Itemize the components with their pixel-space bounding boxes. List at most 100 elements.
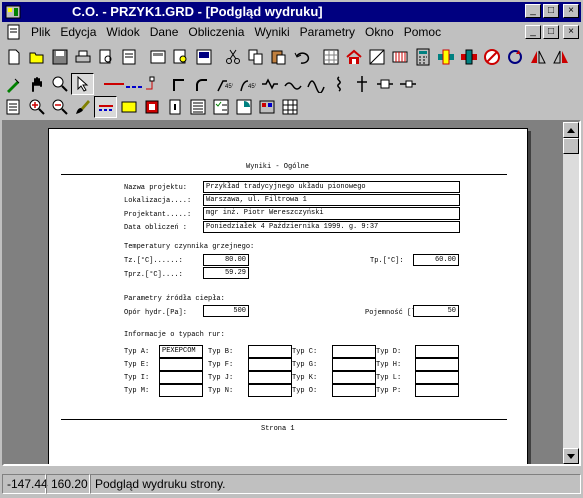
no-entry-button[interactable] xyxy=(480,46,503,68)
valve-alt-button[interactable] xyxy=(457,46,480,68)
status-x-coordinate: -147.44 xyxy=(2,474,48,494)
scroll-thumb[interactable] xyxy=(563,138,579,154)
paste-icon xyxy=(271,50,285,65)
print-button[interactable] xyxy=(71,46,94,68)
mirror-button[interactable] xyxy=(526,46,549,68)
pan-tool-button[interactable] xyxy=(25,73,48,95)
tab-pipes[interactable] xyxy=(94,96,117,118)
new-file-button[interactable] xyxy=(2,46,25,68)
undo-button[interactable] xyxy=(290,46,313,68)
select-tool-button[interactable] xyxy=(71,73,94,95)
print-preview-button[interactable] xyxy=(94,46,117,68)
minimize-button[interactable]: _ xyxy=(525,4,541,18)
bend-icon xyxy=(195,79,207,91)
connector-arrow-button[interactable] xyxy=(396,73,419,95)
connector-button[interactable] xyxy=(373,73,396,95)
hydraulic-resistance-value: 500 xyxy=(203,305,249,317)
rotate-button[interactable] xyxy=(503,46,526,68)
catalog-button[interactable] xyxy=(146,46,169,68)
radiator-tab-icon xyxy=(121,101,136,113)
paint-button[interactable] xyxy=(71,96,94,118)
tab-nodes[interactable] xyxy=(140,96,163,118)
scroll-down-button[interactable] xyxy=(563,448,579,464)
elbow45-button[interactable]: 45° xyxy=(212,73,235,95)
print-setup-button[interactable] xyxy=(117,46,140,68)
menu-obliczenia[interactable]: Obliczenia xyxy=(183,25,249,39)
valve-icon xyxy=(437,49,454,65)
compensator-button[interactable] xyxy=(258,73,281,95)
room-button[interactable] xyxy=(365,46,388,68)
zoom-page-icon xyxy=(173,49,186,64)
cut-button[interactable] xyxy=(221,46,244,68)
rotate-icon xyxy=(507,50,522,64)
preview-button[interactable] xyxy=(192,46,215,68)
close-button[interactable]: × xyxy=(563,4,579,18)
table-view-button[interactable] xyxy=(2,96,25,118)
save-button[interactable] xyxy=(48,46,71,68)
pipe-tool-button[interactable] xyxy=(100,73,160,95)
tab-list[interactable] xyxy=(186,96,209,118)
temperature-heading: Temperatury czynnika grzejnego: xyxy=(124,243,255,251)
calculator-icon xyxy=(416,48,429,66)
loop-button[interactable] xyxy=(304,73,327,95)
menu-dane[interactable]: Dane xyxy=(145,25,184,39)
pipe-type-label: Typ H: xyxy=(376,361,402,369)
bend-button[interactable] xyxy=(189,73,212,95)
elbow-button[interactable] xyxy=(166,73,189,95)
grid-button[interactable] xyxy=(319,46,342,68)
undo-icon xyxy=(294,52,309,64)
tab-report[interactable] xyxy=(255,96,278,118)
zoom-out-button[interactable] xyxy=(48,96,71,118)
connector-icon xyxy=(376,79,393,89)
doc-minimize-button[interactable]: _ xyxy=(525,25,541,39)
valve-button[interactable] xyxy=(434,46,457,68)
hand-icon xyxy=(31,77,42,92)
maximize-button[interactable]: □ xyxy=(543,4,559,18)
menu-okno[interactable]: Okno xyxy=(360,25,399,39)
radiator-button[interactable] xyxy=(388,46,411,68)
mirror-alt-button[interactable] xyxy=(549,46,572,68)
tab-chart[interactable] xyxy=(232,96,255,118)
mirror-icon xyxy=(530,50,546,64)
menu-edycja[interactable]: Edycja xyxy=(55,25,101,39)
tab-info[interactable] xyxy=(163,96,186,118)
doc-restore-button[interactable]: □ xyxy=(543,25,559,39)
print-preview-icon xyxy=(99,49,111,64)
wave-button[interactable] xyxy=(281,73,304,95)
pipe-type-label: Typ L: xyxy=(376,374,402,382)
tab-radiators[interactable] xyxy=(117,96,140,118)
valve-alt-icon xyxy=(460,49,477,65)
building-button[interactable] xyxy=(342,46,365,68)
pipe-type-label: Typ B: xyxy=(208,348,234,356)
title-bar: C.O. - PRZYK1.GRD - [Podgląd wydruku] _ … xyxy=(2,2,581,22)
bend45-button[interactable]: 45° xyxy=(235,73,258,95)
house-icon xyxy=(345,49,362,64)
open-file-button[interactable] xyxy=(25,46,48,68)
tab-checklist[interactable] xyxy=(209,96,232,118)
app-icon[interactable] xyxy=(5,4,21,20)
doc-close-button[interactable]: × xyxy=(563,25,579,39)
pipe-type-value xyxy=(248,371,292,384)
zoom-tool-button[interactable] xyxy=(48,73,71,95)
zoom-in-button[interactable] xyxy=(25,96,48,118)
menu-parametry[interactable]: Parametry xyxy=(295,25,360,39)
pipe-type-value xyxy=(159,358,203,371)
edit-tool-button[interactable] xyxy=(2,73,25,95)
tab-grid[interactable] xyxy=(278,96,301,118)
calculator-button[interactable] xyxy=(411,46,434,68)
menu-wyniki[interactable]: Wyniki xyxy=(249,25,294,39)
tee-button[interactable] xyxy=(350,73,373,95)
window-title: C.O. - PRZYK1.GRD - [Podgląd wydruku] xyxy=(72,4,323,19)
paste-button[interactable] xyxy=(267,46,290,68)
menu-pomoc[interactable]: Pomoc xyxy=(399,25,446,39)
s-bend-button[interactable] xyxy=(327,73,350,95)
menu-widok[interactable]: Widok xyxy=(101,25,144,39)
menu-plik[interactable]: Plik xyxy=(26,25,55,39)
scroll-up-button[interactable] xyxy=(563,122,579,138)
document-icon[interactable] xyxy=(6,24,22,40)
copy-button[interactable] xyxy=(244,46,267,68)
zoom-page-button[interactable] xyxy=(169,46,192,68)
zoom-out-icon xyxy=(52,99,68,115)
vertical-scrollbar[interactable] xyxy=(563,122,579,464)
pipe-type-label: Typ A: xyxy=(124,348,150,356)
